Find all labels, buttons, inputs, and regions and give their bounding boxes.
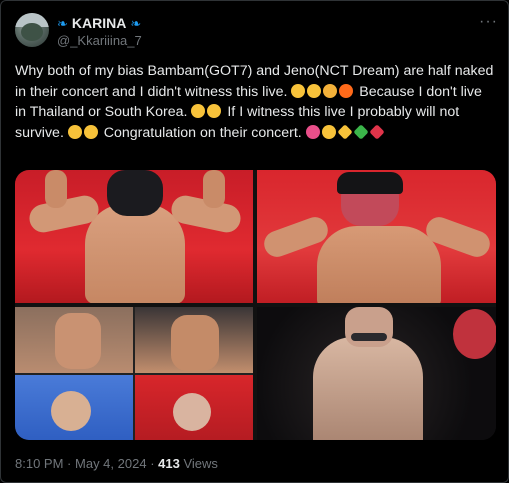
views-label: Views (183, 456, 218, 471)
grinning-face-emoji (83, 124, 98, 139)
butterfly-icon: ❧ (130, 15, 142, 31)
views-count: 413 (158, 456, 180, 471)
author-name[interactable]: KARINA (72, 15, 126, 31)
astonished-face-emoji (307, 83, 322, 98)
green-heart-emoji (352, 124, 369, 140)
media-grid[interactable] (15, 170, 496, 440)
photo-jeno-dark-stage[interactable] (257, 307, 496, 440)
photo-bambam-collage[interactable] (15, 307, 253, 440)
author-handle[interactable]: @_Kkariiina_7 (57, 33, 142, 48)
pleading-face-emoji (191, 104, 206, 119)
fire-emoji (339, 83, 354, 98)
flexed-biceps-emoji (323, 83, 338, 98)
shushing-face-emoji (291, 83, 306, 98)
tweet-text-segment: Congratulation on their concert. (99, 124, 306, 141)
crying-face-emoji (207, 104, 222, 119)
tears-of-joy-emoji (67, 124, 82, 139)
tweet-date[interactable]: May 4, 2024 (75, 456, 147, 471)
red-heart-emoji (368, 124, 385, 140)
smiling-hearts-emoji (336, 124, 353, 140)
photo-bambam-flex-red-background[interactable] (15, 170, 253, 303)
author-name-row[interactable]: ❧ KARINA ❧ (57, 14, 141, 32)
avatar[interactable] (15, 13, 49, 47)
party-popper-emoji (305, 124, 320, 139)
tweet-text: Why both of my bias Bambam(GOT7) and Jen… (15, 61, 495, 143)
photo-jeno-back-flex-red-background[interactable] (257, 170, 496, 303)
meta-separator: · (67, 456, 72, 471)
more-options-icon[interactable]: ··· (479, 13, 498, 31)
butterfly-icon: ❧ (57, 15, 68, 31)
tweet-meta: 8:10 PM · May 4, 2024 · 413 Views (15, 456, 218, 471)
tweet-time[interactable]: 8:10 PM (15, 456, 63, 471)
partying-face-emoji (321, 124, 336, 139)
tweet-card: ❧ KARINA ❧ @_Kkariiina_7 ··· Why both of… (0, 0, 509, 483)
meta-separator: · (150, 456, 155, 471)
